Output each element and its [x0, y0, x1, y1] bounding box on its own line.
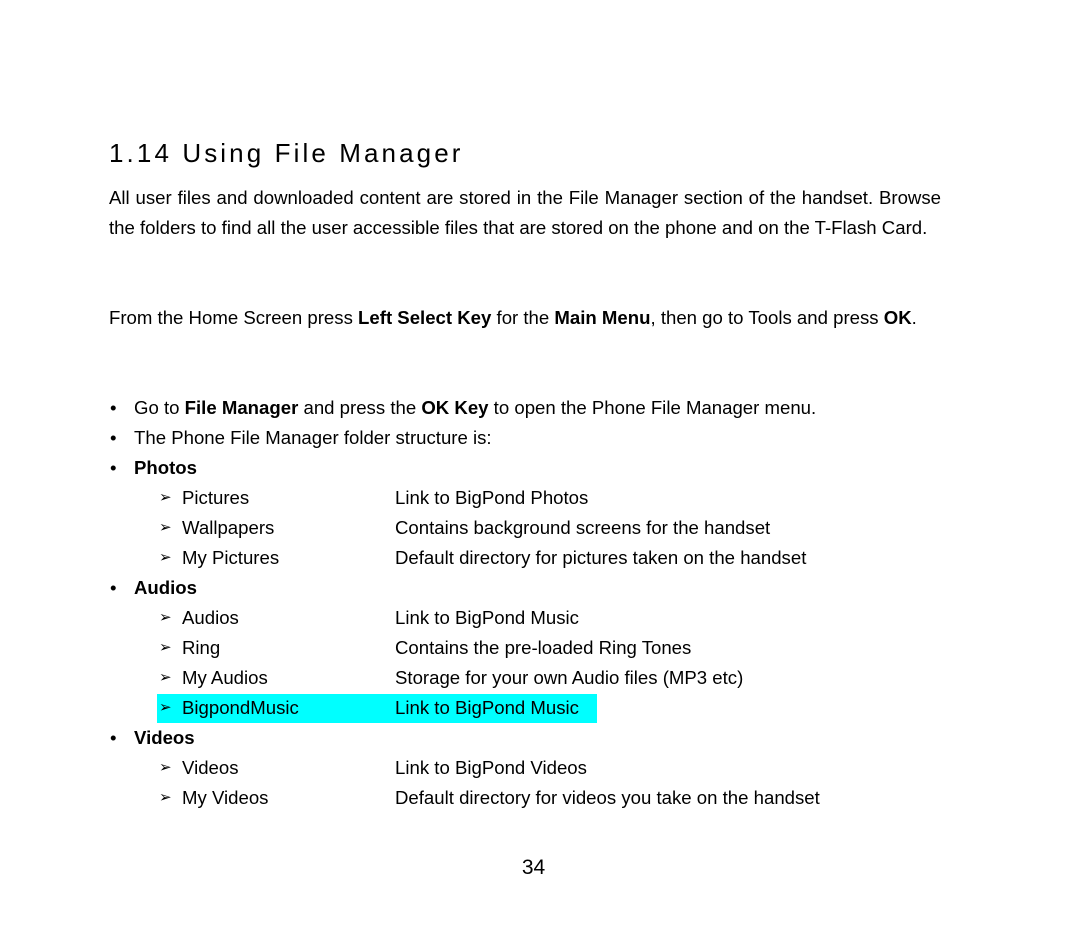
section-title: Audios [134, 577, 198, 598]
folder-description: Link to BigPond Photos [395, 487, 589, 508]
left-select-key-label: Left Select Key [358, 307, 492, 328]
text: . [911, 307, 917, 328]
folder-name: Wallpapers [182, 517, 275, 538]
folder-name: Audios [182, 607, 239, 628]
bullet-text: The Phone File Manager folder structure … [134, 427, 492, 448]
folder-description: Link to BigPond Music [395, 697, 579, 718]
bullet-icon: • [110, 457, 117, 478]
bullet-icon: • [110, 397, 117, 418]
arrow-bullet-icon: ➢ [159, 669, 172, 686]
section-title: Videos [134, 727, 195, 748]
bullet-text: Go to File Manager and press the OK Key … [134, 393, 816, 423]
instruction-paragraph: From the Home Screen press Left Select K… [109, 303, 941, 333]
arrow-bullet-icon: ➢ [159, 519, 172, 536]
folder-description: Link to BigPond Videos [395, 757, 587, 778]
text: Go to [134, 397, 185, 418]
arrow-bullet-icon: ➢ [159, 759, 172, 776]
folder-description: Contains background screens for the hand… [395, 517, 771, 538]
folder-description: Link to BigPond Music [395, 607, 579, 628]
arrow-bullet-icon: ➢ [159, 699, 172, 716]
arrow-bullet-icon: ➢ [159, 639, 172, 656]
arrow-bullet-icon: ➢ [159, 789, 172, 806]
intro-paragraph: All user files and downloaded content ar… [109, 187, 941, 238]
folder-description: Storage for your own Audio files (MP3 et… [395, 667, 744, 688]
section-heading: 1.14 Using File Manager [109, 138, 464, 168]
folder-name: My Videos [182, 787, 269, 808]
section-title: Photos [134, 457, 198, 478]
bullet-icon: • [110, 727, 117, 748]
arrow-bullet-icon: ➢ [159, 489, 172, 506]
ok-key-label: OK Key [421, 397, 489, 418]
text: and press the [298, 397, 422, 418]
folder-name: Ring [182, 637, 221, 658]
bullet-icon: • [110, 577, 117, 598]
bullet-icon: • [110, 427, 117, 448]
page-number: 34 [521, 856, 546, 879]
text: From the Home Screen press [109, 307, 359, 328]
file-manager-label: File Manager [184, 397, 299, 418]
folder-name: BigpondMusic [182, 697, 299, 718]
arrow-bullet-icon: ➢ [159, 549, 172, 566]
folder-name: Pictures [182, 487, 250, 508]
folder-description: Default directory for videos you take on… [395, 787, 820, 808]
text: , then go to Tools and press [650, 307, 884, 328]
text: to open the Phone File Manager menu. [488, 397, 817, 418]
main-menu-label: Main Menu [554, 307, 651, 328]
folder-name: My Pictures [182, 547, 280, 568]
folder-name: Videos [182, 757, 239, 778]
arrow-bullet-icon: ➢ [159, 609, 172, 626]
ok-label: OK [883, 307, 912, 328]
folder-description: Contains the pre-loaded Ring Tones [395, 637, 692, 658]
folder-description: Default directory for pictures taken on … [395, 547, 807, 568]
text: for the [491, 307, 555, 328]
folder-name: My Audios [182, 667, 268, 688]
